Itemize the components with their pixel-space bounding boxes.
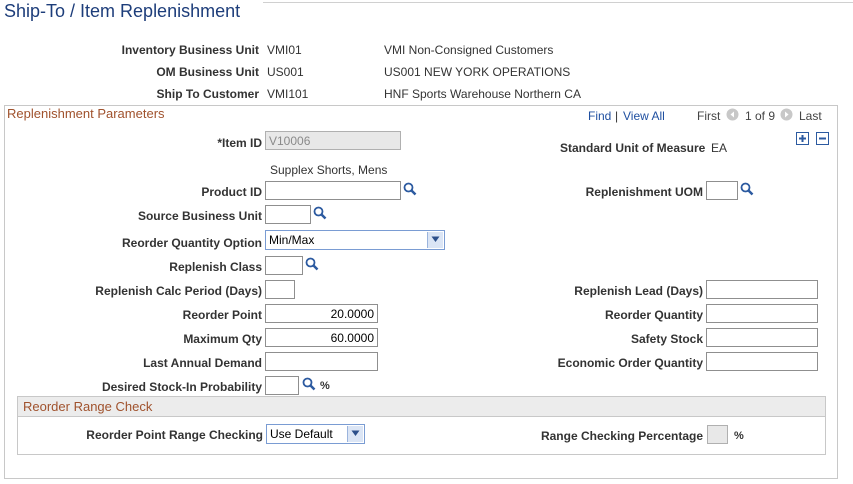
economic-order-quantity-input[interactable]	[706, 352, 818, 371]
range-checking-percentage-input	[707, 425, 728, 444]
first-label: First	[697, 109, 721, 123]
page-title: Ship-To / Item Replenishment	[4, 1, 241, 21]
item-id-label: *Item ID	[217, 136, 262, 150]
reorder-quantity-input[interactable]	[706, 304, 818, 323]
stock-in-probability-input[interactable]	[265, 376, 299, 395]
title-divider	[263, 2, 853, 3]
calc-period-label: Replenish Calc Period (Days)	[95, 284, 262, 298]
standard-uom-value: EA	[711, 141, 728, 155]
standard-uom-label: Standard Unit of Measure	[560, 141, 706, 155]
replenishment-uom-input[interactable]	[706, 181, 738, 200]
item-id-input: V10006	[265, 131, 401, 150]
om-bu-description: US001 NEW YORK OPERATIONS	[384, 65, 571, 79]
stock-in-probability-search-icon[interactable]	[302, 377, 316, 391]
chevron-down-icon	[427, 232, 443, 248]
replenishment-uom-search-icon[interactable]	[740, 182, 754, 196]
find-link[interactable]: Find	[588, 109, 611, 123]
add-row-button[interactable]	[796, 132, 809, 145]
range-checking-label: Reorder Point Range Checking	[86, 428, 263, 442]
calc-period-input[interactable]	[265, 280, 295, 299]
source-bu-label: Source Business Unit	[137, 209, 262, 223]
last-annual-demand-label: Last Annual Demand	[143, 356, 262, 370]
next-arrow-icon[interactable]	[780, 108, 793, 121]
safety-stock-label: Safety Stock	[630, 332, 703, 346]
range-checking-percent-sign: %	[734, 430, 744, 442]
product-id-label: Product ID	[201, 185, 262, 199]
inventory-bu-label: Inventory Business Unit	[121, 43, 259, 57]
replenishment-uom-label: Replenishment UOM	[585, 185, 703, 199]
nav-separator: |	[615, 109, 619, 123]
last-label: Last	[799, 109, 822, 123]
view-all-link[interactable]: View All	[623, 109, 665, 123]
replenish-lead-label: Replenish Lead (Days)	[574, 284, 703, 298]
ship-to-description: HNF Sports Warehouse Northern CA	[384, 87, 581, 101]
stock-in-probability-label: Desired Stock-In Probability	[101, 380, 262, 394]
plus-icon	[799, 135, 806, 142]
last-annual-demand-input[interactable]	[265, 352, 378, 371]
replenishment-parameters-title: Replenishment Parameters	[7, 106, 165, 121]
reorder-range-check-header: Reorder Range Check	[18, 397, 825, 417]
source-bu-search-icon[interactable]	[313, 206, 327, 220]
source-bu-input[interactable]	[265, 205, 311, 224]
range-checking-select[interactable]: Use Default	[266, 424, 365, 444]
maximum-qty-label: Maximum Qty	[183, 332, 262, 346]
row-count: 1 of 9	[745, 109, 776, 123]
reorder-qty-option-select[interactable]: Min/Max	[265, 230, 445, 250]
maximum-qty-input[interactable]: 60.0000	[265, 328, 378, 347]
om-bu-value: US001	[267, 65, 304, 79]
chevron-down-icon	[347, 426, 363, 442]
product-id-input[interactable]	[265, 181, 401, 200]
delete-row-button[interactable]	[816, 132, 829, 145]
reorder-qty-option-value: Min/Max	[269, 233, 315, 247]
inventory-bu-value: VMI01	[267, 43, 302, 57]
ship-to-label: Ship To Customer	[156, 87, 259, 101]
item-description: Supplex Shorts, Mens	[270, 163, 388, 177]
stock-in-probability-percent: %	[320, 380, 330, 392]
minus-icon	[819, 137, 826, 140]
reorder-range-check-title: Reorder Range Check	[23, 399, 153, 414]
replenish-class-search-icon[interactable]	[305, 257, 319, 271]
reorder-point-input[interactable]: 20.0000	[265, 304, 378, 323]
range-checking-value: Use Default	[270, 427, 333, 441]
reorder-point-label: Reorder Point	[182, 308, 262, 322]
reorder-qty-option-label: Reorder Quantity Option	[121, 236, 262, 250]
ship-to-value: VMI101	[267, 87, 309, 101]
prev-arrow-icon[interactable]	[726, 108, 739, 121]
om-bu-label: OM Business Unit	[156, 65, 259, 79]
replenish-lead-input[interactable]	[706, 280, 818, 299]
range-checking-percentage-label: Range Checking Percentage	[540, 429, 703, 443]
inventory-bu-description: VMI Non-Consigned Customers	[384, 43, 554, 57]
replenish-class-input[interactable]	[265, 256, 303, 275]
economic-order-quantity-label: Economic Order Quantity	[557, 356, 703, 370]
safety-stock-input[interactable]	[706, 328, 818, 347]
product-id-search-icon[interactable]	[403, 182, 417, 196]
reorder-quantity-label: Reorder Quantity	[604, 308, 703, 322]
replenish-class-label: Replenish Class	[169, 260, 262, 274]
